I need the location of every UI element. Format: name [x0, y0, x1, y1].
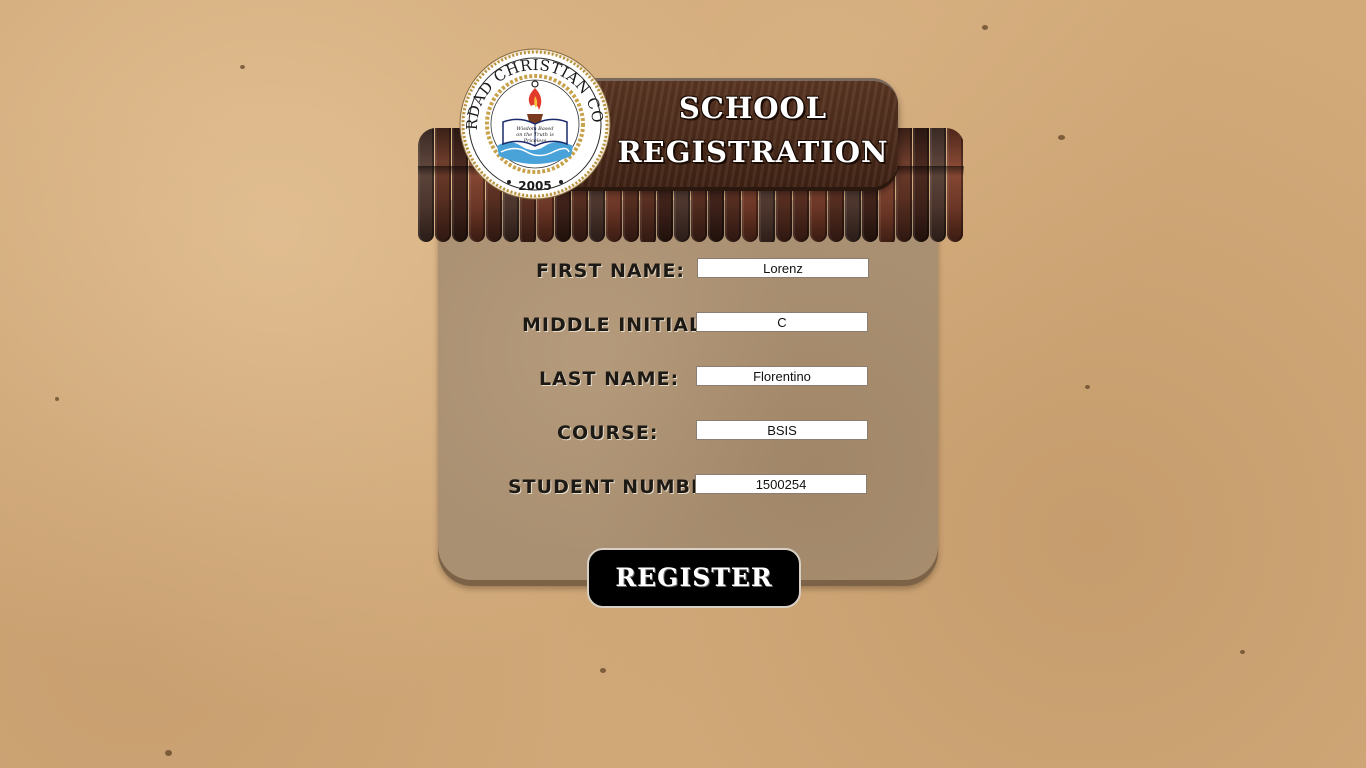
last-name-input[interactable]: [696, 366, 868, 386]
logo-motto-line-3: Priceless: [523, 138, 547, 144]
last-name-label: LAST NAME:: [539, 368, 680, 390]
college-logo: LA VERDAD CHRISTIAN COLLEGE Wisdom Based…: [459, 48, 611, 200]
middle-initial-label: MIDDLE INITIAL:: [522, 314, 711, 336]
paper-speck: [1085, 385, 1090, 389]
first-name-input[interactable]: [697, 258, 869, 278]
course-input[interactable]: [696, 420, 868, 440]
first-name-label: FIRST NAME:: [536, 260, 686, 282]
paper-speck: [240, 65, 245, 69]
student-number-input[interactable]: [695, 474, 867, 494]
paper-speck: [165, 750, 172, 756]
register-button[interactable]: REGISTER: [587, 548, 801, 608]
paper-speck: [55, 397, 59, 401]
registration-panel: [438, 200, 938, 580]
logo-year: 2005: [518, 179, 551, 193]
paper-speck: [1240, 650, 1245, 654]
paper-speck: [600, 668, 606, 673]
page-title: SCHOOL REGISTRATION: [612, 86, 894, 174]
paper-speck: [982, 25, 988, 30]
title-line-1: SCHOOL: [678, 91, 828, 125]
paper-speck: [1058, 135, 1065, 140]
title-line-2: REGISTRATION: [617, 135, 889, 169]
course-label: COURSE:: [557, 422, 659, 444]
middle-initial-input[interactable]: [696, 312, 868, 332]
